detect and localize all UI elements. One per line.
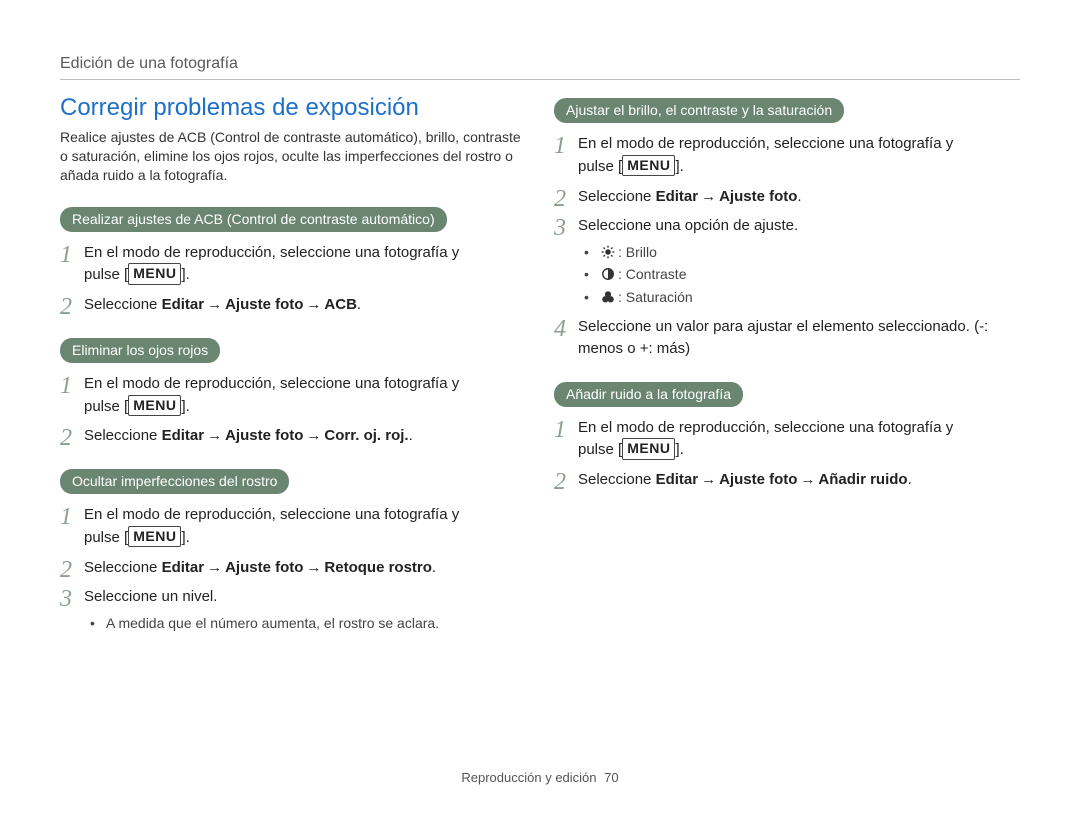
breadcrumb: Edición de una fotografía bbox=[60, 55, 1020, 73]
pill-redeye: Eliminar los ojos rojos bbox=[60, 338, 220, 363]
step-item: Seleccione un nivel. A medida que el núm… bbox=[60, 586, 526, 634]
page-number: 70 bbox=[604, 770, 618, 785]
step-item: Seleccione Editar→Ajuste foto. bbox=[554, 186, 1020, 208]
menu-button: MENU bbox=[128, 263, 181, 284]
step-item: En el modo de reproducción, seleccione u… bbox=[60, 504, 526, 549]
saturation-icon bbox=[600, 290, 616, 304]
bold-text: Retoque rostro bbox=[324, 559, 432, 576]
menu-button: MENU bbox=[128, 526, 181, 547]
bracket: ] bbox=[181, 529, 185, 546]
sub-item: A medida que el número aumenta, el rostr… bbox=[88, 612, 526, 634]
bold-text: Ajuste foto bbox=[225, 296, 303, 313]
arrow: → bbox=[797, 471, 818, 488]
step-text: En el modo de reproducción, seleccione u… bbox=[578, 135, 953, 152]
opt-label: : Saturación bbox=[618, 289, 693, 305]
arrow: → bbox=[303, 427, 324, 444]
select-prefix: Seleccione bbox=[84, 296, 162, 313]
steps-redeye: En el modo de reproducción, seleccione u… bbox=[60, 373, 526, 447]
brightness-icon bbox=[600, 245, 616, 259]
right-column: Ajustar el brillo, el contraste y la sat… bbox=[554, 94, 1020, 657]
divider bbox=[60, 79, 1020, 80]
bold-text: Ajuste foto bbox=[719, 471, 797, 488]
step-text: En el modo de reproducción, seleccione u… bbox=[84, 375, 459, 392]
steps-noise: En el modo de reproducción, seleccione u… bbox=[554, 417, 1020, 491]
bold-text: Ajuste foto bbox=[225, 427, 303, 444]
select-prefix: Seleccione bbox=[84, 427, 162, 444]
pulse-text: pulse bbox=[578, 441, 618, 458]
section-title: Corregir problemas de exposición bbox=[60, 94, 526, 122]
bracket: ] bbox=[181, 266, 185, 283]
pill-face: Ocultar imperfecciones del rostro bbox=[60, 469, 289, 494]
columns: Corregir problemas de exposición Realice… bbox=[60, 94, 1020, 657]
opt-label: : Contraste bbox=[618, 266, 686, 282]
bold-text: Editar bbox=[656, 471, 699, 488]
step-item: Seleccione una opción de ajuste. : Brill… bbox=[554, 215, 1020, 308]
bold-text: Corr. oj. roj. bbox=[324, 427, 408, 444]
pulse-text: pulse bbox=[84, 266, 124, 283]
bracket: ] bbox=[181, 398, 185, 415]
steps-bcs: En el modo de reproducción, seleccione u… bbox=[554, 133, 1020, 360]
intro-text: Realice ajustes de ACB (Control de contr… bbox=[60, 128, 526, 185]
step-item: Seleccione Editar→Ajuste foto→Retoque ro… bbox=[60, 557, 526, 579]
pulse-text: pulse bbox=[578, 158, 618, 175]
step-item: Seleccione Editar→Ajuste foto→ACB. bbox=[60, 294, 526, 316]
steps-acb: En el modo de reproducción, seleccione u… bbox=[60, 242, 526, 316]
bold-text: Editar bbox=[162, 296, 205, 313]
sub-item: : Brillo bbox=[582, 241, 1020, 263]
step-text: En el modo de reproducción, seleccione u… bbox=[578, 419, 953, 436]
step-item: En el modo de reproducción, seleccione u… bbox=[60, 373, 526, 418]
menu-button: MENU bbox=[622, 155, 675, 176]
select-prefix: Seleccione bbox=[84, 559, 162, 576]
step-item: Seleccione Editar→Ajuste foto→Corr. oj. … bbox=[60, 425, 526, 447]
page-container: Edición de una fotografía Corregir probl… bbox=[0, 0, 1080, 815]
arrow: → bbox=[698, 188, 719, 205]
arrow: → bbox=[303, 559, 324, 576]
pill-noise: Añadir ruido a la fotografía bbox=[554, 382, 743, 407]
left-column: Corregir problemas de exposición Realice… bbox=[60, 94, 526, 657]
bold-text: Editar bbox=[656, 188, 699, 205]
step-item: Seleccione un valor para ajustar el elem… bbox=[554, 316, 1020, 360]
bold-text: Editar bbox=[162, 559, 205, 576]
contrast-icon bbox=[600, 267, 616, 281]
arrow: → bbox=[204, 427, 225, 444]
bold-text: Editar bbox=[162, 427, 205, 444]
sub-list: A medida que el número aumenta, el rostr… bbox=[84, 612, 526, 634]
step-item: En el modo de reproducción, seleccione u… bbox=[554, 133, 1020, 178]
step-text: En el modo de reproducción, seleccione u… bbox=[84, 244, 459, 261]
opt-label: : Brillo bbox=[618, 244, 657, 260]
sub-list: : Brillo : Contraste : Saturación bbox=[578, 241, 1020, 308]
step-text: Seleccione un valor para ajustar el elem… bbox=[578, 318, 988, 357]
step-item: En el modo de reproducción, seleccione u… bbox=[60, 242, 526, 287]
step-text: Seleccione una opción de ajuste. bbox=[578, 217, 798, 234]
menu-button: MENU bbox=[622, 438, 675, 459]
pulse-text: pulse bbox=[84, 398, 124, 415]
steps-face: En el modo de reproducción, seleccione u… bbox=[60, 504, 526, 634]
select-prefix: Seleccione bbox=[578, 471, 656, 488]
page-footer: Reproducción y edición 70 bbox=[0, 770, 1080, 785]
footer-text: Reproducción y edición bbox=[461, 770, 596, 785]
bracket: ] bbox=[675, 158, 679, 175]
pill-bcs: Ajustar el brillo, el contraste y la sat… bbox=[554, 98, 844, 123]
sub-item: : Contraste bbox=[582, 263, 1020, 285]
arrow: → bbox=[303, 296, 324, 313]
select-prefix: Seleccione bbox=[578, 188, 656, 205]
pulse-text: pulse bbox=[84, 529, 124, 546]
step-text: En el modo de reproducción, seleccione u… bbox=[84, 506, 459, 523]
step-text: Seleccione un nivel. bbox=[84, 588, 217, 605]
bold-text: ACB bbox=[324, 296, 357, 313]
step-item: Seleccione Editar→Ajuste foto→Añadir rui… bbox=[554, 469, 1020, 491]
bold-text: Ajuste foto bbox=[225, 559, 303, 576]
bracket: ] bbox=[675, 441, 679, 458]
menu-button: MENU bbox=[128, 395, 181, 416]
bold-text: Añadir ruido bbox=[818, 471, 907, 488]
arrow: → bbox=[698, 471, 719, 488]
arrow: → bbox=[204, 296, 225, 313]
sub-item: : Saturación bbox=[582, 286, 1020, 308]
pill-acb: Realizar ajustes de ACB (Control de cont… bbox=[60, 207, 447, 232]
bold-text: Ajuste foto bbox=[719, 188, 797, 205]
step-item: En el modo de reproducción, seleccione u… bbox=[554, 417, 1020, 462]
arrow: → bbox=[204, 559, 225, 576]
